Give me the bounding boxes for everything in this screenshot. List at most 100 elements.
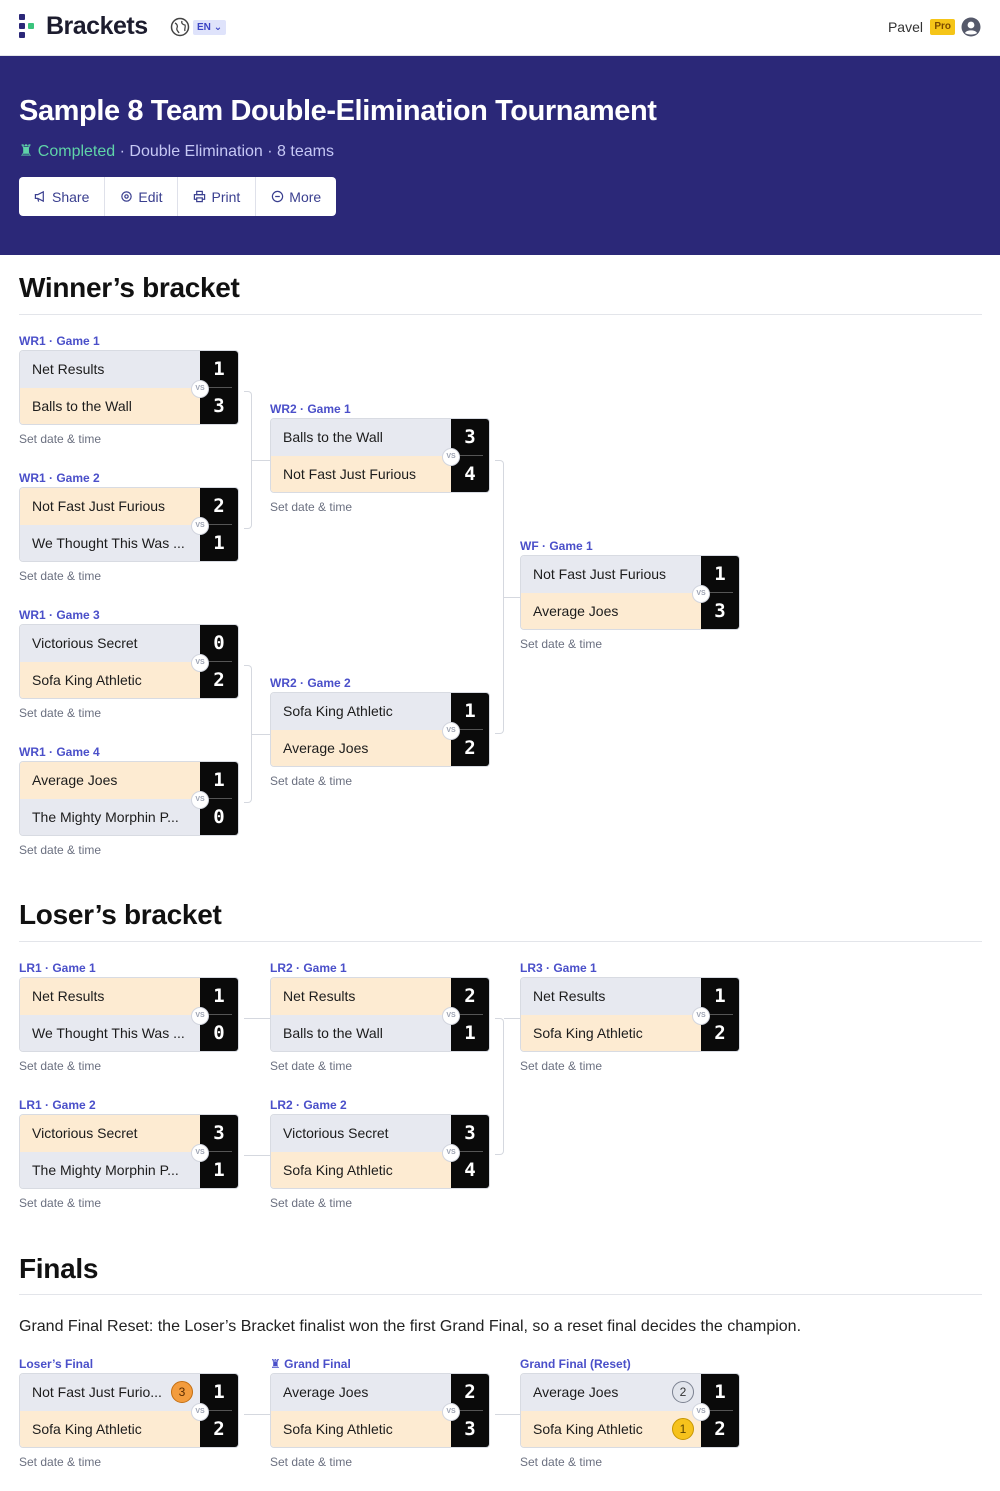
match-label: LR1 · Game 2: [19, 1098, 96, 1112]
team-row-bottom[interactable]: We Thought This Was ...: [20, 525, 201, 561]
edit-button[interactable]: Edit: [105, 177, 179, 216]
globe-icon[interactable]: [170, 17, 190, 37]
divider: [19, 1294, 982, 1295]
divider: [19, 941, 982, 942]
match-box[interactable]: Net Results We Thought This Was ... 1 0 VS: [19, 977, 239, 1052]
set-date-link[interactable]: Set date & time: [520, 1059, 602, 1073]
set-date-link[interactable]: Set date & time: [19, 1196, 101, 1210]
set-date-link[interactable]: Set date & time: [270, 500, 352, 514]
vs-badge: VS: [442, 1144, 460, 1162]
trophy-icon: ♜: [19, 143, 34, 160]
team-row-top[interactable]: Victorious Secret: [20, 625, 201, 662]
team-row-bottom[interactable]: The Mighty Morphin P...: [20, 1152, 201, 1188]
match-box[interactable]: Not Fast Just Furio... Sofa King Athletic…: [19, 1373, 239, 1448]
match-box[interactable]: Average Joes Sofa King Athletic 2 3 VS: [270, 1373, 490, 1448]
set-date-link[interactable]: Set date & time: [270, 1455, 352, 1469]
set-date-link[interactable]: Set date & time: [19, 1059, 101, 1073]
tournament-meta: ♜ Completed · Double Elimination · 8 tea…: [19, 141, 334, 161]
team-row-top[interactable]: Net Results: [20, 978, 201, 1015]
team-row-top[interactable]: Average Joes: [271, 1374, 452, 1411]
team-row-bottom[interactable]: We Thought This Was ...: [20, 1015, 201, 1051]
team-row-bottom[interactable]: Sofa King Athletic: [521, 1015, 702, 1051]
team-row-top[interactable]: Not Fast Just Furious: [521, 556, 702, 593]
bracket-connector: [495, 460, 504, 734]
set-date-link[interactable]: Set date & time: [19, 569, 101, 583]
language-selector[interactable]: EN ⌄: [193, 20, 227, 35]
finals-title: Finals: [19, 1253, 99, 1284]
vs-badge: VS: [442, 1403, 460, 1421]
match-label-text: LR2 · Game 2: [270, 1098, 347, 1112]
team-row-top[interactable]: Victorious Secret: [20, 1115, 201, 1152]
match-box[interactable]: Victorious Secret Sofa King Athletic 0 2 VS: [19, 624, 239, 699]
team-row-bottom[interactable]: Average Joes: [271, 730, 452, 766]
share-button[interactable]: Share: [19, 177, 106, 216]
match-card: Grand Final (Reset) Average Joes Sofa King…: [520, 1357, 740, 1482]
vs-badge: VS: [191, 380, 209, 398]
match-box[interactable]: Average Joes Sofa King Athletic 2 1 1 2 VS: [520, 1373, 740, 1448]
losers-bracket-title: Loser’s bracket: [19, 899, 222, 930]
print-button[interactable]: Print: [178, 177, 257, 216]
match-label-text: WR1 · Game 2: [19, 471, 100, 485]
divider: [19, 314, 982, 315]
vs-badge: VS: [191, 1403, 209, 1421]
set-date-link[interactable]: Set date & time: [520, 1455, 602, 1469]
brand-name[interactable]: Brackets: [46, 12, 148, 41]
match-label: WR1 · Game 3: [19, 608, 100, 622]
match-card: Loser’s Final Not Fast Just Furio... Sofa …: [19, 1357, 239, 1482]
team-row-bottom[interactable]: Sofa King Athletic: [271, 1152, 452, 1188]
team-row-bottom[interactable]: Balls to the Wall: [271, 1015, 452, 1051]
match-box[interactable]: Net Results Balls to the Wall 1 3 VS: [19, 350, 239, 425]
match-card: WR1 · Game 3 Victorious Secret Sofa King A…: [19, 608, 239, 733]
set-date-link[interactable]: Set date & time: [270, 1059, 352, 1073]
match-box[interactable]: Not Fast Just Furious Average Joes 1 3 VS: [520, 555, 740, 630]
team-row-top[interactable]: Net Results: [271, 978, 452, 1015]
set-date-link[interactable]: Set date & time: [19, 1455, 101, 1469]
set-date-link[interactable]: Set date & time: [19, 843, 101, 857]
brackets-logo-icon[interactable]: [19, 14, 43, 40]
avatar-icon[interactable]: [961, 17, 981, 37]
match-box[interactable]: Net Results Sofa King Athletic 1 2 VS: [520, 977, 740, 1052]
match-box[interactable]: Victorious Secret Sofa King Athletic 3 4 VS: [270, 1114, 490, 1189]
match-label: WR2 · Game 2: [270, 676, 351, 690]
team-row-bottom[interactable]: Balls to the Wall: [20, 388, 201, 424]
match-label: ♜ Grand Final: [270, 1357, 351, 1371]
set-date-link[interactable]: Set date & time: [520, 637, 602, 651]
match-box[interactable]: Average Joes The Mighty Morphin P... 1 0 VS: [19, 761, 239, 836]
more-button[interactable]: More: [256, 177, 336, 216]
team-count: 8 teams: [277, 143, 334, 160]
match-box[interactable]: Balls to the Wall Not Fast Just Furious 3 4…: [270, 418, 490, 493]
team-row-top[interactable]: Average Joes: [20, 762, 201, 799]
placement-medal-icon: 3: [171, 1381, 193, 1403]
match-box[interactable]: Net Results Balls to the Wall 2 1 VS: [270, 977, 490, 1052]
team-row-top[interactable]: Net Results: [521, 978, 702, 1015]
team-row-top[interactable]: Sofa King Athletic: [271, 693, 452, 730]
team-row-top[interactable]: Victorious Secret: [271, 1115, 452, 1152]
placement-medal-icon: 1: [672, 1418, 694, 1440]
match-label: Loser’s Final: [19, 1357, 93, 1371]
team-row-bottom[interactable]: Sofa King Athletic: [20, 662, 201, 698]
match-box[interactable]: Sofa King Athletic Average Joes 1 2 VS: [270, 692, 490, 767]
gear-icon: [121, 191, 133, 202]
set-date-link[interactable]: Set date & time: [19, 432, 101, 446]
finals-note: Grand Final Reset: the Loser’s Bracket f…: [19, 1318, 802, 1335]
user-name[interactable]: Pavel: [888, 19, 923, 35]
placement-medal-icon: 2: [672, 1381, 694, 1403]
set-date-link[interactable]: Set date & time: [19, 706, 101, 720]
team-row-bottom[interactable]: The Mighty Morphin P...: [20, 799, 201, 835]
top-bar: Brackets EN ⌄ Pavel Pro: [0, 0, 1000, 56]
set-date-link[interactable]: Set date & time: [270, 774, 352, 788]
bracket-connector: [504, 1018, 521, 1019]
match-label-text: WR2 · Game 1: [270, 402, 351, 416]
match-box[interactable]: Victorious Secret The Mighty Morphin P...…: [19, 1114, 239, 1189]
team-row-bottom[interactable]: Sofa King Athletic: [20, 1411, 201, 1447]
team-row-top[interactable]: Net Results: [20, 351, 201, 388]
match-box[interactable]: Not Fast Just Furious We Thought This Was…: [19, 487, 239, 562]
vs-badge: VS: [692, 1403, 710, 1421]
team-row-top[interactable]: Not Fast Just Furious: [20, 488, 201, 525]
team-row-bottom[interactable]: Sofa King Athletic: [271, 1411, 452, 1447]
team-row-top[interactable]: Balls to the Wall: [271, 419, 452, 456]
set-date-link[interactable]: Set date & time: [270, 1196, 352, 1210]
bracket-connector: [504, 597, 521, 598]
team-row-bottom[interactable]: Not Fast Just Furious: [271, 456, 452, 492]
team-row-bottom[interactable]: Average Joes: [521, 593, 702, 629]
